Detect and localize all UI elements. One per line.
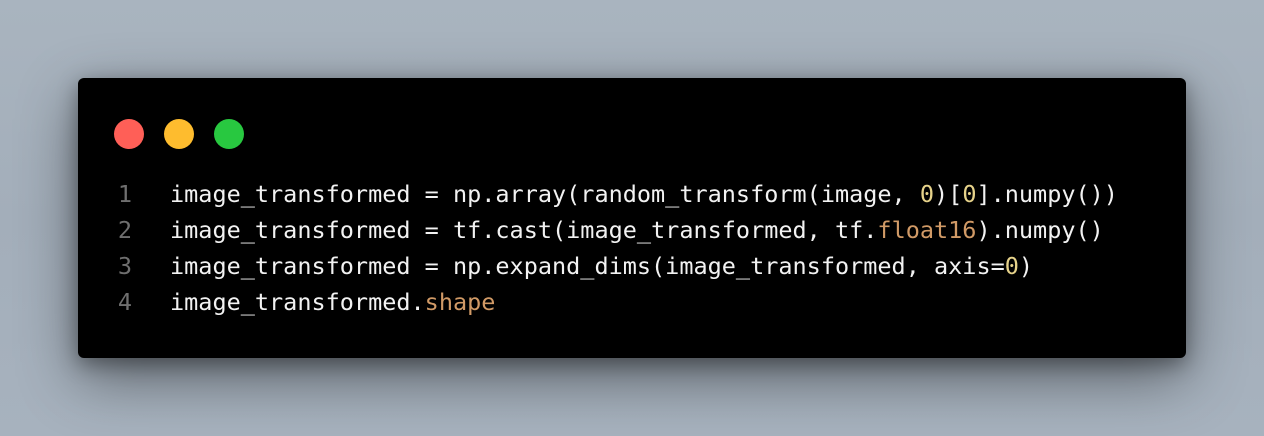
code-line: 1 image_transformed = np.array(random_tr… <box>78 176 1118 212</box>
code-line: 3 image_transformed = np.expand_dims(ima… <box>78 248 1118 284</box>
line-number: 2 <box>117 216 132 244</box>
line-content: image_transformed = np.expand_dims(image… <box>170 248 1033 284</box>
code-token-attribute: float16 <box>877 216 977 244</box>
line-content: image_transformed.shape <box>170 284 495 320</box>
code-window: 1 image_transformed = np.array(random_tr… <box>78 78 1186 358</box>
code-token: )[ <box>934 180 963 208</box>
code-token-number: 0 <box>1004 252 1019 280</box>
code-line: 2 image_transformed = tf.cast(image_tran… <box>78 212 1118 248</box>
close-button[interactable] <box>114 119 144 149</box>
code-token: image_transformed = tf.cast(image_transf… <box>170 216 878 244</box>
line-content: image_transformed = np.array(random_tran… <box>170 176 1118 212</box>
window-controls <box>114 119 244 149</box>
code-token: ) <box>1018 252 1034 280</box>
line-number: 1 <box>117 180 132 208</box>
code-block: 1 image_transformed = np.array(random_tr… <box>78 176 1118 320</box>
code-token: image_transformed = np.expand_dims(image… <box>170 252 1005 280</box>
code-token: ).numpy() <box>976 216 1104 244</box>
code-token-number: 0 <box>962 180 977 208</box>
code-line: 4 image_transformed.shape <box>78 284 1118 320</box>
line-number: 4 <box>117 288 132 316</box>
code-token-attribute: shape <box>424 288 496 316</box>
line-content: image_transformed = tf.cast(image_transf… <box>170 212 1104 248</box>
code-token: image_transformed. <box>170 288 425 316</box>
code-token-number: 0 <box>919 180 935 208</box>
line-number: 3 <box>117 252 132 280</box>
code-token: ].numpy()) <box>976 180 1118 208</box>
code-token: image_transformed = np.array(random_tran… <box>170 180 920 208</box>
maximize-button[interactable] <box>214 119 244 149</box>
minimize-button[interactable] <box>164 119 194 149</box>
